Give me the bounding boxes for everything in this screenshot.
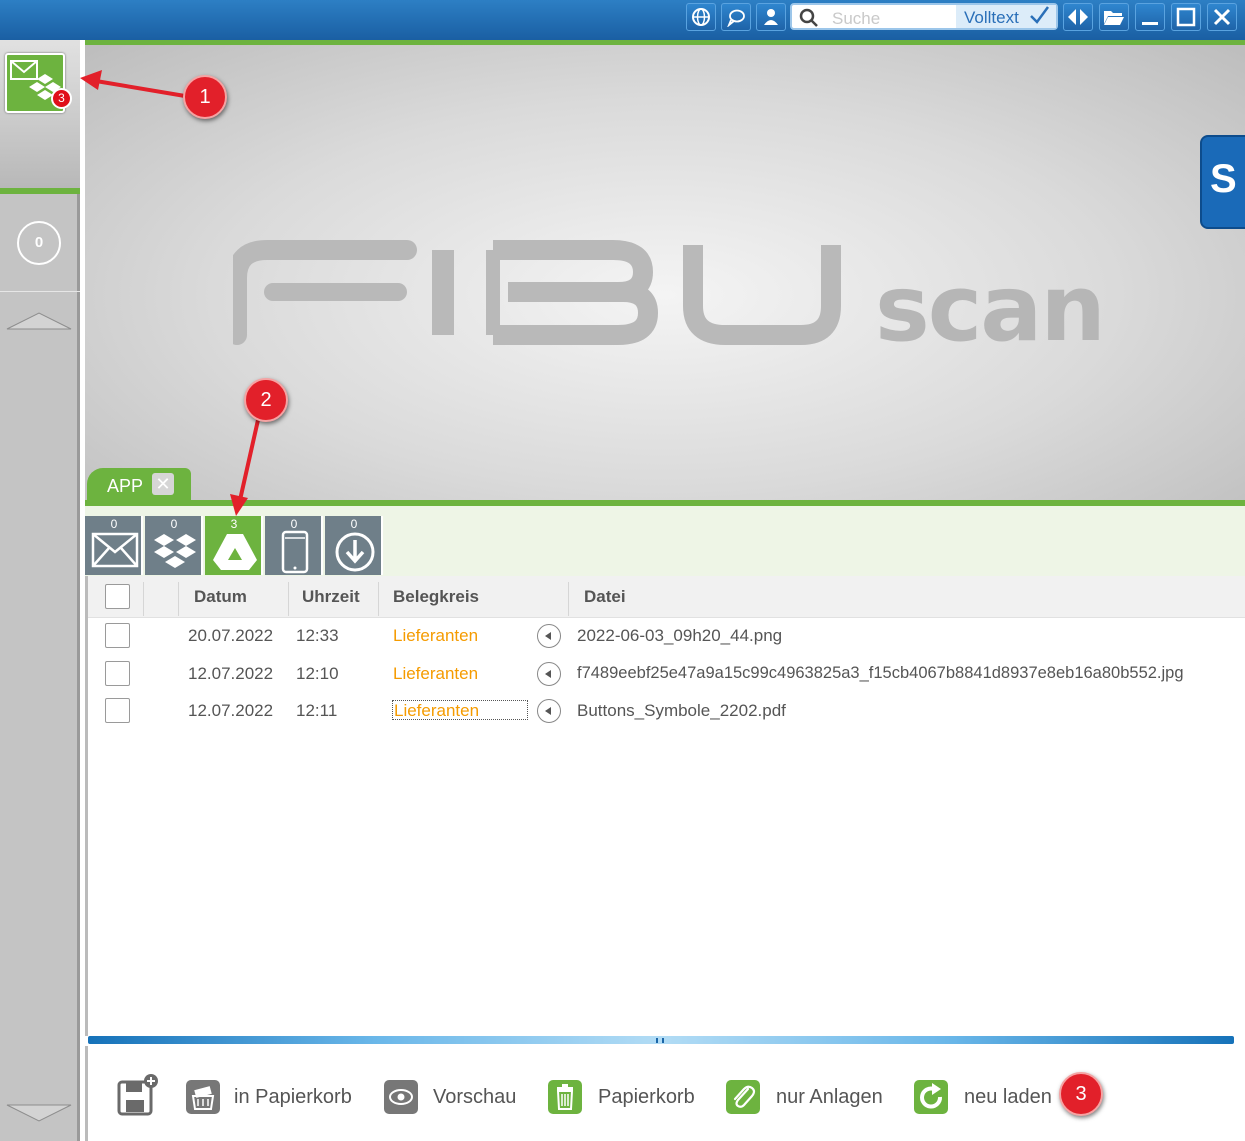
annotation-marker-3: 3 xyxy=(1059,1072,1103,1116)
annotation-marker-2: 2 xyxy=(244,378,288,422)
annotation-arrows xyxy=(80,70,260,516)
annotation-marker-1: 1 xyxy=(183,75,227,119)
